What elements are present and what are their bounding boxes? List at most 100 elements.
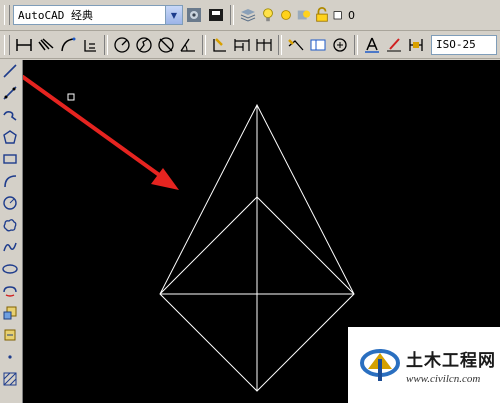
dimension-style-combo[interactable]: ISO-25 — [431, 34, 497, 55]
ellipse-arc-icon — [3, 286, 17, 297]
civilcn-logo-icon — [360, 349, 400, 381]
construction-line-icon — [3, 86, 17, 100]
dimension-style-value: ISO-25 — [436, 38, 476, 51]
insert-block-icon — [3, 306, 17, 320]
layers-icon — [240, 9, 256, 22]
ordinate-dimension-button[interactable] — [80, 35, 100, 55]
dim-text-edit-icon — [387, 37, 401, 51]
revision-cloud-icon — [3, 219, 17, 232]
current-layer-name[interactable]: 0 — [348, 9, 355, 22]
hatch-icon — [3, 372, 17, 386]
sun-icon — [281, 10, 291, 20]
point-tool-button[interactable] — [0, 346, 20, 368]
baseline-dimension-button[interactable] — [232, 35, 252, 55]
construction-line-tool-button[interactable] — [0, 82, 20, 104]
spline-icon — [3, 242, 17, 252]
polyline-tool-button[interactable] — [0, 104, 20, 126]
rectangle-tool-button[interactable] — [0, 148, 20, 170]
workspace-save-button[interactable] — [206, 5, 226, 25]
workspaces-toolbar: AutoCAD 经典 ▼ 0 — [0, 0, 500, 31]
polygon-tool-button[interactable] — [0, 126, 20, 148]
chevron-down-icon[interactable]: ▼ — [165, 6, 182, 24]
toolbar-separator — [202, 34, 206, 55]
lightbulb-icon — [263, 8, 273, 22]
dim-aligned-icon — [38, 37, 54, 50]
line-icon — [3, 64, 17, 78]
red-arrow-annotation — [23, 75, 179, 190]
center-mark-button[interactable] — [330, 35, 350, 55]
dim-baseline-icon — [234, 38, 250, 51]
revision-cloud-tool-button[interactable] — [0, 214, 20, 236]
leader-icon — [288, 38, 304, 50]
layer-freeze-toggle[interactable] — [278, 5, 294, 25]
dim-linear-icon — [16, 38, 32, 51]
save-workspace-icon — [209, 9, 223, 21]
toolbar-separator — [278, 34, 282, 55]
kite-drawing — [159, 103, 355, 392]
dim-arc-icon — [61, 37, 76, 51]
diameter-dimension-button[interactable] — [156, 35, 176, 55]
line-tool-button[interactable] — [0, 60, 20, 82]
center-mark-icon — [333, 37, 347, 52]
dim-angular-icon — [180, 38, 195, 52]
aligned-dimension-button[interactable] — [36, 35, 56, 55]
make-block-tool-button[interactable] — [0, 324, 20, 346]
dim-ordinate-icon — [84, 39, 96, 52]
workspace-combo[interactable]: AutoCAD 经典 ▼ — [13, 5, 183, 25]
radius-dimension-button[interactable] — [112, 35, 132, 55]
dim-diameter-icon — [158, 36, 174, 53]
toolbar-separator — [104, 34, 108, 55]
dimension-text-edit-button[interactable] — [384, 35, 404, 55]
layer-manager-button[interactable] — [238, 5, 258, 25]
continue-dimension-button[interactable] — [254, 35, 274, 55]
viewport-sun-icon — [297, 10, 311, 20]
ellipse-icon — [2, 264, 18, 274]
dim-update-icon — [409, 38, 423, 51]
make-block-icon — [4, 329, 16, 341]
tolerance-button[interactable] — [308, 35, 328, 55]
gear-icon — [187, 8, 201, 22]
dim-quick-icon — [213, 37, 226, 52]
dim-edit-icon — [365, 37, 379, 53]
quick-dimension-button[interactable] — [210, 35, 230, 55]
layer-on-toggle[interactable] — [260, 5, 276, 25]
dimension-update-button[interactable] — [406, 35, 426, 55]
pickbox-cursor — [67, 93, 75, 101]
arc-tool-button[interactable] — [0, 170, 20, 192]
spline-tool-button[interactable] — [0, 236, 20, 258]
linear-dimension-button[interactable] — [14, 35, 34, 55]
watermark: 土木工程网 www.civilcn.com — [348, 327, 500, 403]
jogged-dimension-button[interactable] — [134, 35, 154, 55]
layer-viewport-freeze-toggle[interactable] — [296, 5, 312, 25]
tolerance-icon — [310, 39, 326, 50]
draw-toolbar — [0, 60, 23, 403]
workspace-settings-button[interactable] — [184, 5, 204, 25]
arc-length-button[interactable] — [58, 35, 78, 55]
polyline-icon — [3, 111, 17, 121]
circle-icon — [3, 196, 17, 210]
arc-icon — [4, 175, 17, 188]
angular-dimension-button[interactable] — [178, 35, 198, 55]
watermark-title: 土木工程网 — [406, 350, 496, 371]
dimension-edit-button[interactable] — [362, 35, 382, 55]
leader-button[interactable] — [286, 35, 306, 55]
circle-tool-button[interactable] — [0, 192, 20, 214]
insert-block-tool-button[interactable] — [0, 302, 20, 324]
dimension-toolbar: ISO-25 — [0, 31, 500, 59]
hatch-tool-button[interactable] — [0, 368, 20, 390]
dim-radius-icon — [114, 36, 130, 53]
point-icon — [8, 355, 12, 359]
layer-color-swatch[interactable] — [332, 5, 344, 25]
toolbar-grip[interactable] — [4, 5, 10, 25]
rectangle-icon — [3, 154, 17, 164]
layer-lock-toggle[interactable] — [314, 5, 330, 25]
workspace-combo-value: AutoCAD 经典 — [18, 9, 93, 22]
ellipse-tool-button[interactable] — [0, 258, 20, 280]
toolbar-separator — [230, 5, 234, 25]
polygon-icon — [3, 130, 17, 144]
color-swatch-icon — [333, 11, 342, 20]
dim-continue-icon — [256, 38, 272, 51]
ellipse-arc-tool-button[interactable] — [0, 280, 20, 302]
toolbar-grip[interactable] — [4, 34, 10, 55]
watermark-url: www.civilcn.com — [406, 372, 481, 385]
